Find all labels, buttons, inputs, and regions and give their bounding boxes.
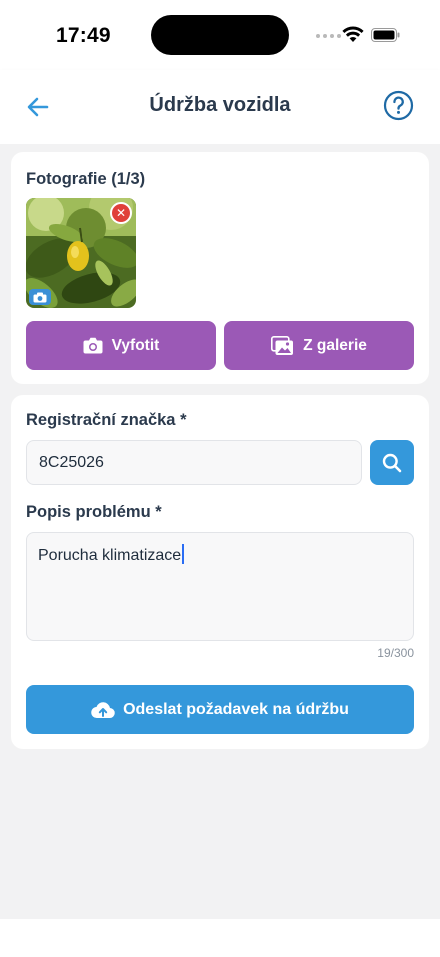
cloud-upload-icon — [91, 701, 115, 718]
camera-source-badge — [29, 289, 51, 305]
camera-icon — [33, 292, 47, 302]
description-label: Popis problému * — [26, 503, 162, 521]
character-counter: 19/300 — [377, 646, 414, 660]
photos-card: Fotografie (1/3) ✕ Vyfotit Z galerie — [11, 152, 429, 384]
form-card: Registrační značka * 8C25026 Popis probl… — [11, 395, 429, 749]
plate-input[interactable]: 8C25026 — [26, 440, 362, 485]
gallery-icon — [271, 335, 294, 355]
close-icon: ✕ — [115, 206, 127, 220]
status-bar: 17:49 — [0, 0, 440, 70]
submit-maintenance-button[interactable]: Odeslat požadavek na údržbu — [26, 685, 414, 734]
submit-label: Odeslat požadavek na údržbu — [123, 700, 349, 718]
search-button[interactable] — [370, 440, 414, 485]
remove-photo-button[interactable]: ✕ — [110, 202, 132, 224]
page-title: Údržba vozidla — [149, 94, 291, 116]
help-circle-icon[interactable] — [383, 90, 414, 121]
plate-label: Registrační značka * — [26, 411, 187, 429]
main-content: Fotografie (1/3) ✕ Vyfotit Z galerie Reg… — [0, 144, 440, 919]
take-photo-button[interactable]: Vyfotit — [26, 321, 216, 370]
take-photo-label: Vyfotit — [111, 336, 160, 354]
camera-icon — [83, 337, 103, 354]
gallery-button[interactable]: Z galerie — [224, 321, 414, 370]
navigation-bar: Údržba vozidla — [0, 70, 440, 144]
dynamic-island — [151, 15, 289, 55]
battery-icon — [371, 28, 400, 42]
search-icon — [382, 453, 402, 472]
text-caret — [182, 544, 185, 564]
photos-label: Fotografie (1/3) — [26, 170, 146, 188]
description-textarea[interactable]: Porucha klimatizace — [26, 532, 414, 641]
description-text: Porucha klimatizace — [38, 547, 182, 564]
signal-icon — [316, 34, 341, 38]
gallery-label: Z galerie — [303, 336, 367, 354]
wifi-icon — [342, 26, 364, 42]
status-time: 17:49 — [56, 24, 111, 47]
